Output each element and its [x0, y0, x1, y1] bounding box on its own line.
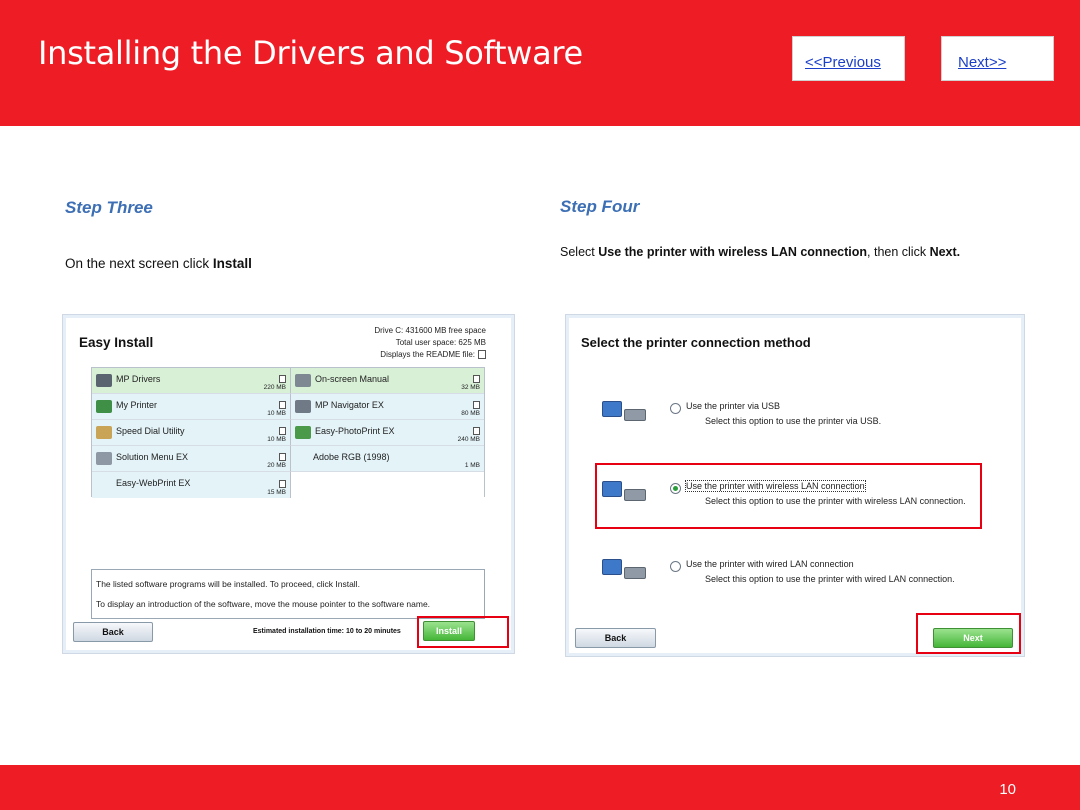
navigator-icon: [295, 400, 311, 413]
usb-radio[interactable]: [670, 403, 681, 414]
back-button[interactable]: Back: [73, 622, 153, 642]
software-item[interactable]: My Printer 10 MB: [92, 394, 290, 420]
printer-driver-icon: [96, 374, 112, 387]
easy-install-title: Easy Install: [79, 335, 154, 350]
connection-method-dialog: Select the printer connection method Use…: [565, 314, 1025, 657]
disk-space-info: Drive C: 431600 MB free space Total user…: [374, 326, 486, 360]
software-list: MP Drivers 220 MB On-screen Manual 32 MB…: [91, 367, 485, 498]
software-item[interactable]: On-screen Manual 32 MB: [290, 368, 484, 394]
software-item[interactable]: Speed Dial Utility 10 MB: [92, 420, 290, 446]
software-item[interactable]: Easy-WebPrint EX 15 MB: [92, 472, 290, 498]
speed-dial-icon: [96, 426, 112, 439]
step-four-heading: Step Four: [560, 197, 640, 216]
wired-radio[interactable]: [670, 561, 681, 572]
connection-method-title: Select the printer connection method: [581, 335, 811, 350]
step-three-instruction: On the next screen click Install: [65, 256, 252, 271]
slide-header: Installing the Drivers and Software <<Pr…: [0, 0, 1080, 126]
install-highlight-box: [417, 616, 509, 648]
install-description: The listed software programs will be ins…: [91, 569, 485, 619]
easy-install-dialog: Easy Install Drive C: 431600 MB free spa…: [62, 314, 515, 654]
manual-icon: [295, 374, 311, 387]
step-four-instruction: Select Use the printer with wireless LAN…: [560, 245, 961, 259]
software-item[interactable]: Solution Menu EX 20 MB: [92, 446, 290, 472]
slide-title: Installing the Drivers and Software: [38, 34, 583, 72]
usb-connection-icon: [600, 399, 652, 431]
software-item[interactable]: Adobe RGB (1998) 1 MB: [290, 446, 484, 472]
software-item[interactable]: MP Navigator EX 80 MB: [290, 394, 484, 420]
back-button[interactable]: Back: [575, 628, 656, 648]
previous-link[interactable]: <<Previous: [792, 36, 905, 81]
my-printer-icon: [96, 400, 112, 413]
empty-cell: [290, 472, 484, 498]
slide-footer: 10: [0, 765, 1080, 810]
page-number: 10: [999, 781, 1016, 798]
wired-connection-icon: [600, 557, 652, 589]
photoprint-icon: [295, 426, 311, 439]
software-item[interactable]: MP Drivers 220 MB: [92, 368, 290, 394]
readme-file-icon[interactable]: [478, 350, 486, 360]
solution-menu-icon: [96, 452, 112, 465]
next-highlight-box: [916, 613, 1021, 654]
software-item[interactable]: Easy-PhotoPrint EX 240 MB: [290, 420, 484, 446]
step-three-heading: Step Three: [65, 198, 153, 217]
install-keyword: Install: [212, 256, 252, 271]
next-link[interactable]: Next>>: [941, 36, 1054, 81]
estimated-time: Estimated installation time: 10 to 20 mi…: [253, 628, 401, 635]
wireless-highlight-box: [595, 463, 982, 529]
